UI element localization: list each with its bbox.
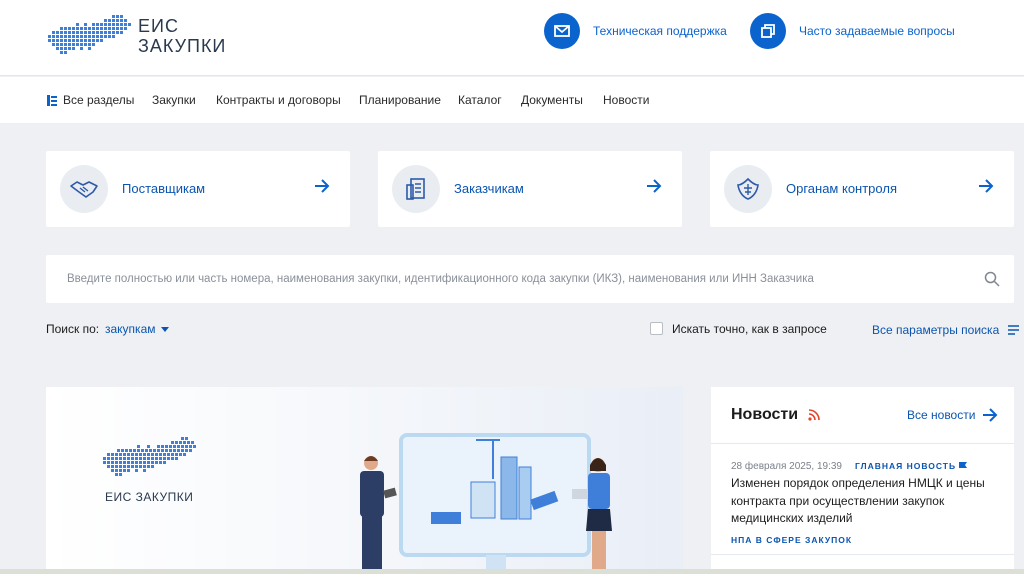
header: ЕИС ЗАКУПКИ Техническая поддержка Часто … bbox=[0, 0, 1024, 76]
flag-icon bbox=[959, 462, 968, 468]
russia-map-logo-icon bbox=[48, 15, 131, 54]
promo-banner[interactable]: ЕИС ЗАКУПКИ bbox=[46, 387, 683, 574]
caret-down-icon bbox=[160, 326, 169, 332]
suppliers-card[interactable]: Поставщикам bbox=[46, 151, 350, 227]
handshake-icon bbox=[60, 165, 108, 213]
news-tag[interactable]: ГЛАВНАЯ НОВОСТЬ bbox=[855, 461, 968, 471]
all-news-link[interactable]: Все новости bbox=[907, 408, 998, 422]
search-input[interactable] bbox=[46, 255, 976, 303]
tablet-shape bbox=[383, 487, 397, 499]
mail-icon bbox=[544, 13, 580, 49]
main-nav: Все разделы Закупки Контракты и договоры… bbox=[0, 77, 1024, 123]
illustration bbox=[360, 433, 612, 574]
banner-logo-text: ЕИС ЗАКУПКИ bbox=[105, 490, 194, 504]
person-hair bbox=[590, 458, 606, 471]
faq-copy-icon bbox=[750, 13, 786, 49]
news-panel: Новости Все новости 28 февраля 2025, 19:… bbox=[711, 387, 1014, 574]
building-shape bbox=[500, 456, 518, 520]
customers-card[interactable]: Заказчикам bbox=[378, 151, 682, 227]
all-search-params-label: Все параметры поиска bbox=[872, 323, 1000, 337]
support-link[interactable]: Техническая поддержка bbox=[544, 13, 727, 49]
emblem-icon bbox=[724, 165, 772, 213]
news-header: Новости bbox=[731, 406, 820, 424]
filter-lines-icon bbox=[1008, 325, 1020, 335]
arrow-right-icon bbox=[979, 179, 994, 193]
person-body bbox=[588, 473, 610, 509]
sections-icon bbox=[47, 94, 57, 106]
nav-item-purchases[interactable]: Закупки bbox=[152, 93, 196, 107]
exact-search-label: Искать точно, как в запросе bbox=[672, 322, 827, 336]
rss-icon[interactable] bbox=[808, 409, 820, 421]
logo-line-1: ЕИС bbox=[138, 16, 179, 36]
arrow-right-icon bbox=[647, 179, 662, 193]
divider bbox=[711, 554, 1014, 555]
all-news-label: Все новости bbox=[907, 408, 976, 422]
support-label: Техническая поддержка bbox=[593, 24, 727, 38]
truck-shape bbox=[431, 512, 461, 524]
nav-item-catalog[interactable]: Каталог bbox=[458, 93, 502, 107]
person-body bbox=[360, 471, 384, 517]
bottom-strip bbox=[0, 569, 1024, 574]
arrow-right-icon bbox=[983, 408, 998, 422]
building-shape bbox=[518, 466, 532, 520]
building-shape bbox=[470, 481, 496, 519]
tablet-shape bbox=[572, 489, 588, 499]
search-by-label: Поиск по: bbox=[46, 322, 100, 336]
all-search-params-link[interactable]: Все параметры поиска bbox=[872, 323, 1020, 337]
faq-label: Часто задаваемые вопросы bbox=[799, 24, 955, 38]
news-headline[interactable]: Изменен порядок определения НМЦК и цены … bbox=[731, 475, 991, 528]
control-bodies-card[interactable]: Органам контроля bbox=[710, 151, 1014, 227]
search-by-dropdown[interactable]: закупкам bbox=[105, 322, 169, 336]
search-box bbox=[46, 255, 1014, 303]
person-skirt bbox=[586, 509, 612, 531]
person-legs bbox=[592, 531, 606, 574]
logo-text: ЕИС ЗАКУПКИ bbox=[138, 16, 226, 56]
divider bbox=[711, 443, 1014, 444]
logo[interactable]: ЕИС ЗАКУПКИ bbox=[46, 12, 246, 62]
news-title: Новости bbox=[731, 406, 799, 423]
control-bodies-card-label: Органам контроля bbox=[786, 181, 897, 196]
search-by-value: закупкам bbox=[105, 322, 156, 336]
logo-line-2: ЗАКУПКИ bbox=[138, 36, 227, 56]
news-tag-label: ГЛАВНАЯ НОВОСТЬ bbox=[855, 461, 957, 471]
document-icon bbox=[392, 165, 440, 213]
nav-item-planning[interactable]: Планирование bbox=[359, 93, 441, 107]
search-icon[interactable] bbox=[984, 271, 1000, 287]
russia-map-logo-icon bbox=[103, 437, 196, 476]
nav-item-contracts[interactable]: Контракты и договоры bbox=[216, 93, 341, 107]
nav-item-documents[interactable]: Документы bbox=[521, 93, 583, 107]
customers-card-label: Заказчикам bbox=[454, 181, 524, 196]
nav-all-sections[interactable]: Все разделы bbox=[46, 93, 134, 107]
news-date: 28 февраля 2025, 19:39 bbox=[731, 461, 842, 472]
arrow-right-icon bbox=[315, 179, 330, 193]
person-hair bbox=[364, 456, 378, 461]
crane-shape bbox=[476, 439, 500, 441]
faq-link[interactable]: Часто задаваемые вопросы bbox=[750, 13, 955, 49]
nav-all-sections-label: Все разделы bbox=[63, 93, 135, 107]
news-category[interactable]: НПА В СФЕРЕ ЗАКУПОК bbox=[731, 535, 852, 545]
crane-shape bbox=[492, 439, 494, 479]
suppliers-card-label: Поставщикам bbox=[122, 181, 206, 196]
person-legs bbox=[362, 515, 382, 574]
nav-item-news[interactable]: Новости bbox=[603, 93, 649, 107]
exact-search-checkbox[interactable] bbox=[650, 322, 663, 335]
